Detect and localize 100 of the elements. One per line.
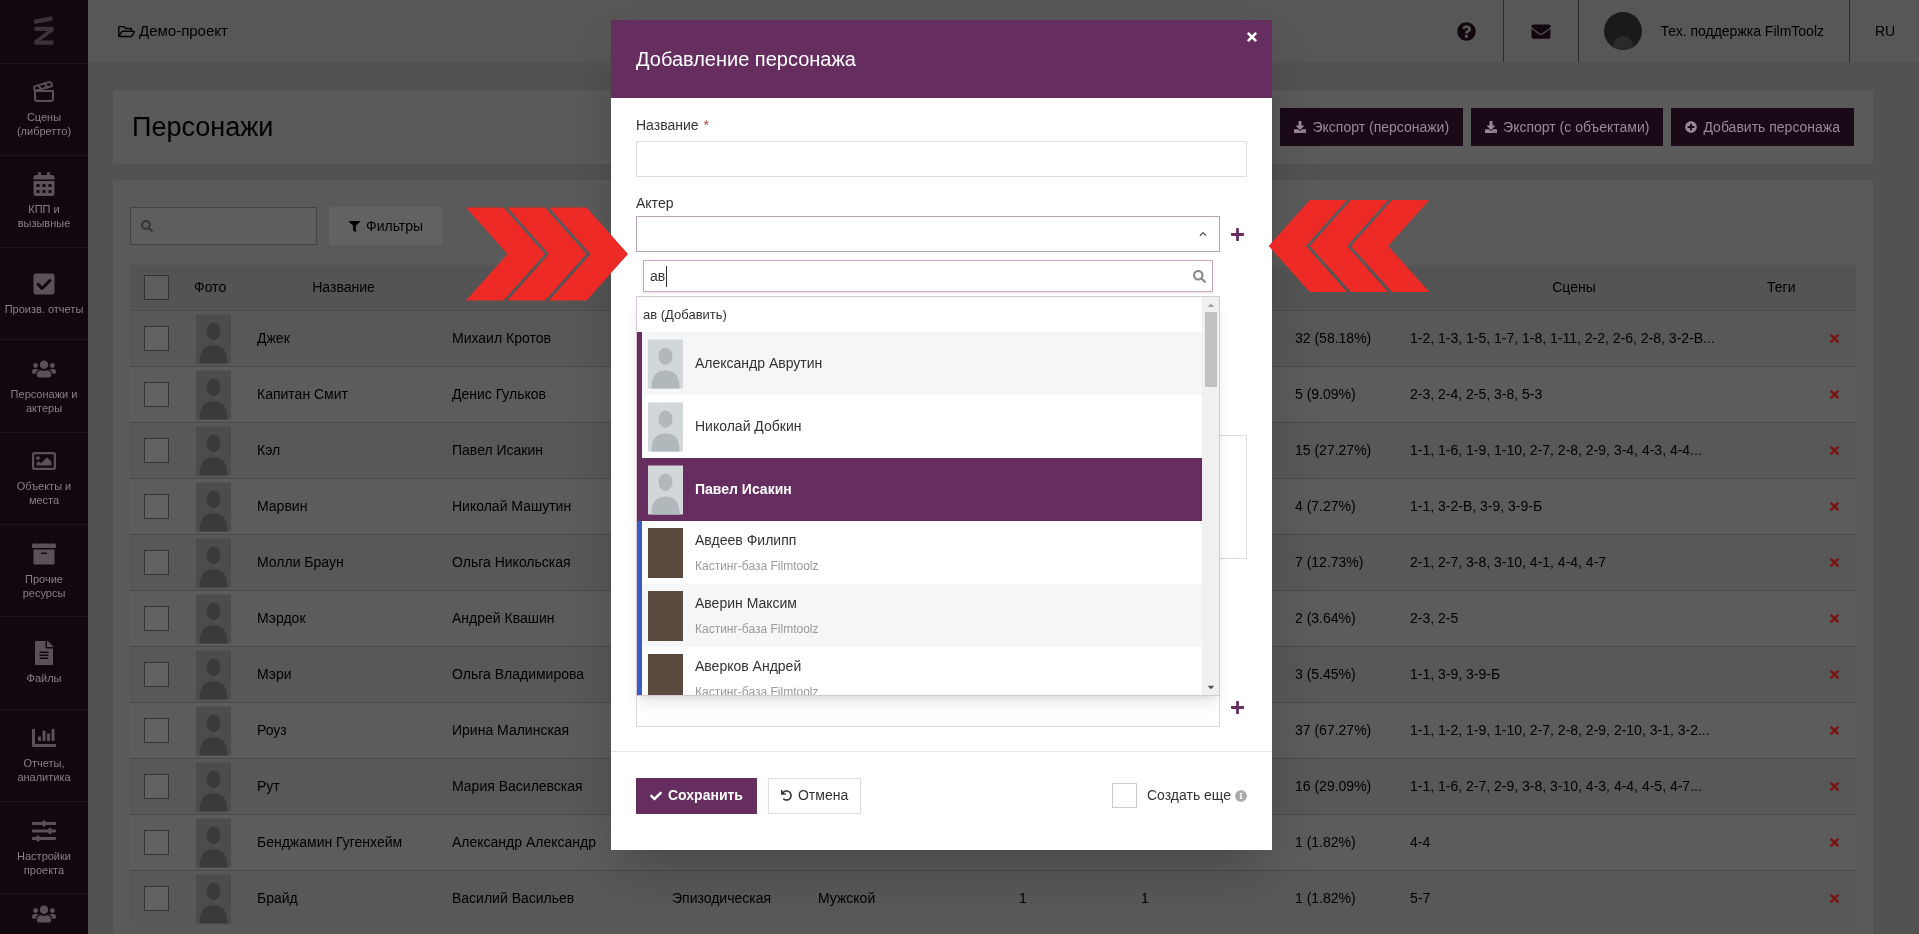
calendar-icon — [32, 172, 56, 197]
field-label: Актер — [636, 194, 675, 213]
delete-icon[interactable] — [1827, 780, 1841, 793]
table-cell-text: 7 (12.73%) — [1294, 553, 1365, 572]
actor-select[interactable] — [636, 216, 1220, 252]
row-checkbox[interactable] — [143, 550, 169, 575]
table-cell-text: Александр Александр — [451, 833, 597, 852]
add-icon[interactable] — [1230, 699, 1245, 715]
sidebar-item[interactable]: Прочие ресурсы — [0, 525, 88, 618]
option-name: Аверин Максим — [695, 594, 798, 613]
table-cell-text: Рут — [256, 777, 281, 796]
search-icon — [1193, 269, 1206, 283]
table-cell-text: 4 (7.27%) — [1294, 497, 1357, 516]
delete-icon[interactable] — [1827, 388, 1841, 401]
delete-icon[interactable] — [1827, 668, 1841, 681]
sidebar-item[interactable]: Произв. отчеты — [0, 248, 88, 341]
sidebar-item[interactable]: Персонажи и актеры — [0, 340, 88, 433]
row-checkbox[interactable] — [143, 886, 169, 911]
table-cell-text: Кэл — [256, 441, 282, 460]
row-checkbox[interactable] — [143, 662, 169, 687]
table-cell-text: 1 (1.82%) — [1294, 889, 1357, 908]
add-character-button[interactable]: Добавить персонажа — [1671, 108, 1854, 146]
delete-icon[interactable] — [1827, 724, 1841, 737]
mail-icon[interactable] — [1530, 21, 1553, 41]
sidebar-item[interactable]: Отчеты, аналитика — [0, 709, 88, 802]
save-button[interactable]: Сохранить — [636, 777, 757, 814]
table-cell-text: Роуз — [256, 721, 288, 740]
help-icon[interactable] — [1456, 21, 1476, 41]
search-field[interactable] — [130, 207, 317, 245]
row-checkbox[interactable] — [143, 382, 169, 407]
row-checkbox[interactable] — [143, 438, 169, 463]
delete-icon[interactable] — [1827, 332, 1841, 345]
row-checkbox[interactable] — [143, 326, 169, 351]
checkbox-icon — [32, 271, 56, 296]
clapperboard-icon — [32, 80, 56, 105]
table-cell-text: Василий Васильев — [451, 889, 576, 908]
dropdown-option[interactable]: Александр Аврутин — [642, 332, 1202, 395]
option-name: Авдеев Филипп — [695, 531, 798, 550]
table-cell-text: 1-1, 1-6, 2-7, 2-9, 3-8, 3-10, 4-3, 4-4, 4-5, 4-7... — [1409, 777, 1703, 796]
table-cell-text: Мэрдок — [256, 609, 307, 628]
search-icon — [141, 220, 153, 232]
delete-icon[interactable] — [1827, 444, 1841, 457]
table-cell-text: 32 (58.18%) — [1294, 329, 1373, 348]
row-checkbox[interactable] — [143, 774, 169, 799]
delete-icon[interactable] — [1827, 892, 1841, 905]
row-checkbox[interactable] — [143, 606, 169, 631]
add-option[interactable]: ав (Добавить) — [637, 297, 1202, 332]
field-label: Название — [636, 116, 699, 135]
folder-icon — [118, 23, 135, 39]
add-icon[interactable] — [1230, 226, 1245, 242]
logo-icon — [31, 15, 57, 48]
table-cell-text: 2-3, 2-4, 2-5, 3-8, 5-3 — [1409, 385, 1544, 404]
check-icon — [650, 789, 662, 802]
info-icon — [1235, 789, 1247, 802]
option-name: Аверков Андрей — [695, 657, 803, 676]
option-source: Кастинг-база Filmtoolz — [695, 621, 819, 638]
table-cell-text: 37 (67.27%) — [1294, 721, 1373, 740]
sidebar-item[interactable]: Объекты и места — [0, 432, 88, 525]
download-icon — [1485, 121, 1498, 133]
table-cell-text: 1 — [1018, 889, 1028, 908]
name-input[interactable] — [636, 141, 1247, 177]
cancel-button[interactable]: Отмена — [767, 777, 862, 814]
scrollbar-thumb[interactable] — [1204, 312, 1217, 387]
table-cell-text: Бенджамин Гугенхейм — [256, 833, 404, 852]
sidebar-item[interactable]: КПП и вызывные — [0, 155, 88, 249]
delete-icon[interactable] — [1827, 836, 1841, 849]
search-input[interactable]: ав — [643, 260, 1213, 292]
delete-icon[interactable] — [1827, 612, 1841, 625]
sidebar-item[interactable]: Настройки проекта — [0, 801, 88, 895]
search-value: ав — [650, 265, 668, 287]
sidebar-item[interactable]: Сцены (либретто) — [0, 63, 88, 156]
create-more-checkbox[interactable] — [1111, 783, 1137, 808]
select-all-checkbox[interactable] — [143, 275, 169, 300]
row-checkbox[interactable] — [143, 494, 169, 519]
download-icon — [1294, 121, 1307, 133]
sidebar-item[interactable]: Файлы — [0, 617, 88, 710]
export-button[interactable]: Экспорт (персонажи) — [1280, 108, 1464, 146]
option-name: Николай Добкин — [695, 417, 802, 436]
delete-icon[interactable] — [1827, 500, 1841, 513]
dropdown-option[interactable]: Аверин Максим Кастинг-база Filmtoolz — [642, 584, 1202, 647]
row-checkbox[interactable] — [143, 718, 169, 743]
scrollbar[interactable] — [1202, 297, 1219, 695]
table-cell-text: 1-2, 1-3, 1-5, 1-7, 1-8, 1-11, 2-2, 2-6, 2-8, 3-2-В... — [1409, 329, 1716, 348]
table-cell-text: Ольга Никольская — [451, 553, 572, 572]
table-cell-text: 5 (9.09%) — [1294, 385, 1357, 404]
column-header: Название — [311, 278, 376, 297]
table-cell-text: Михаил Кротов — [451, 329, 552, 348]
close-icon[interactable] — [1245, 30, 1259, 44]
column-header: Теги — [1766, 278, 1797, 297]
required-mark: * — [703, 116, 709, 135]
table-cell-text: Андрей Квашин — [451, 609, 556, 628]
export-button[interactable]: Экспорт (с объектами) — [1471, 108, 1664, 146]
table-cell-text: 15 (27.27%) — [1294, 441, 1373, 460]
table-cell-text: 3 (5.45%) — [1294, 665, 1357, 684]
filter-button[interactable]: Фильтры — [329, 207, 444, 245]
delete-icon[interactable] — [1827, 556, 1841, 569]
dropdown-option[interactable]: Павел Исакин — [642, 458, 1202, 521]
sliders-icon — [32, 818, 56, 843]
row-checkbox[interactable] — [143, 830, 169, 855]
table-cell-text: 1-1, 1-2, 1-9, 1-10, 2-7, 2-8, 2-9, 2-10, 3-1, 3-2... — [1409, 721, 1711, 740]
